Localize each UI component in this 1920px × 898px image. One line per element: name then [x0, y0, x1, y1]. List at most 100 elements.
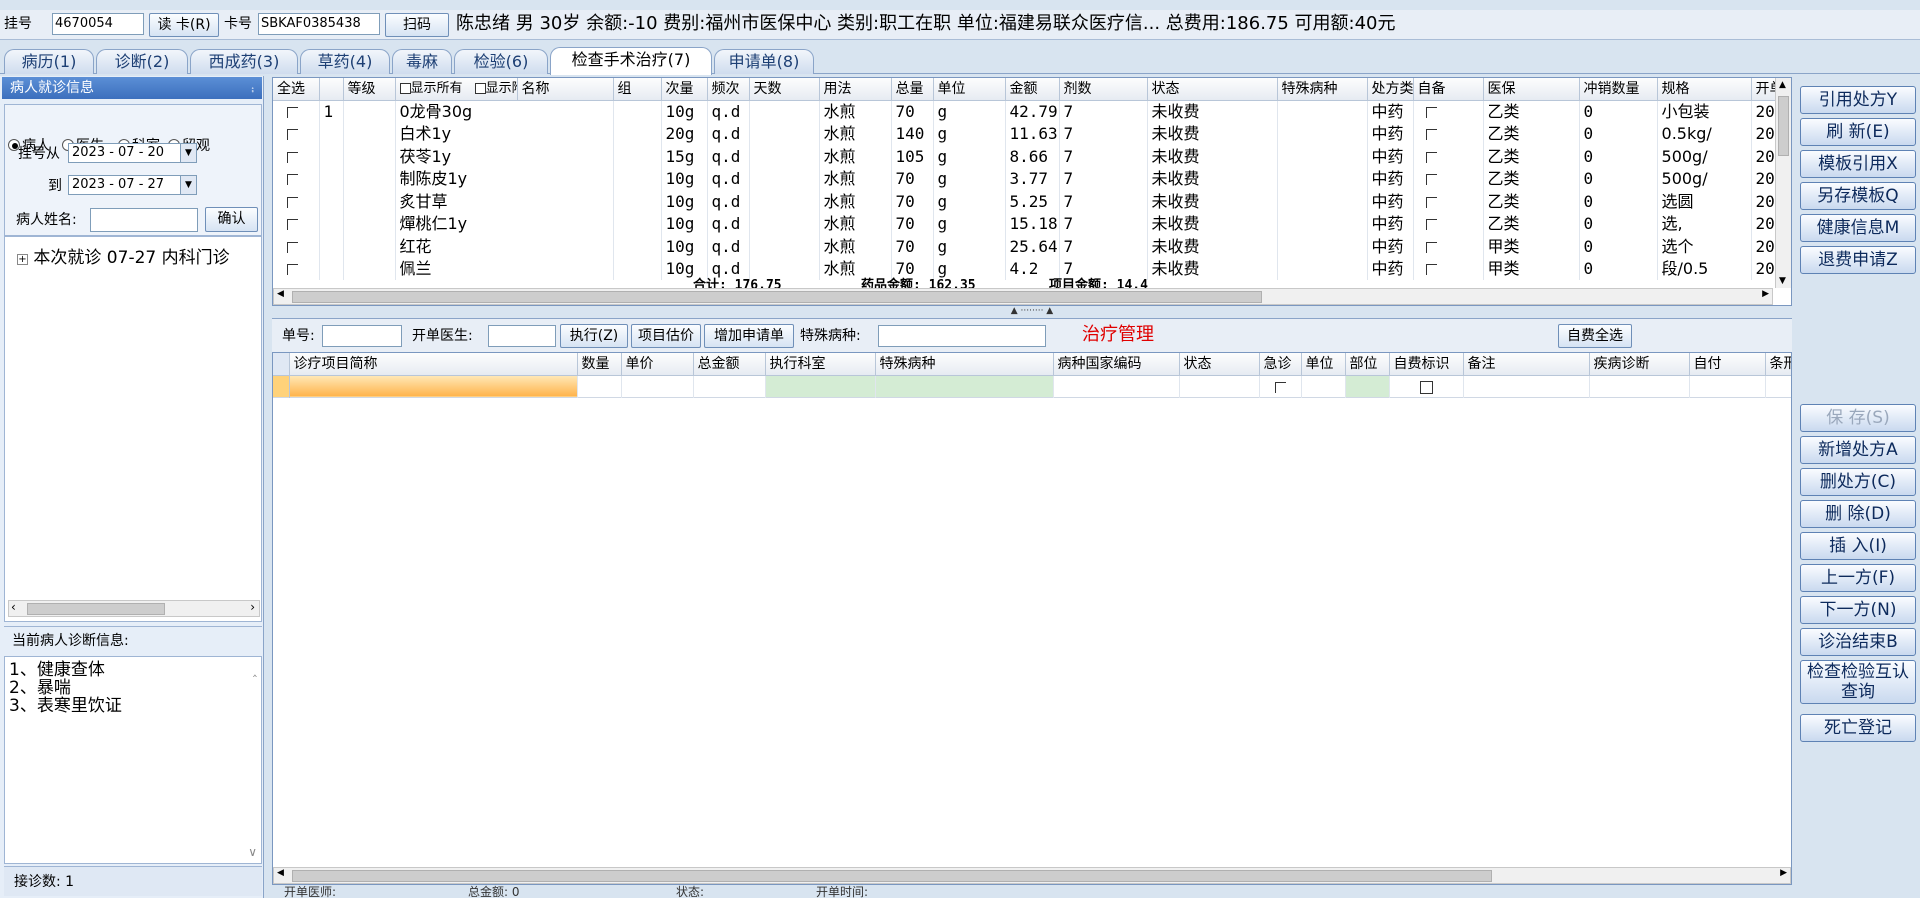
table-row[interactable]: 制陈皮1y10gq.d水煎70g3.777未收费中药乙类0500g/2023-0…	[273, 167, 1784, 190]
total-qty-cell[interactable]: 70	[891, 190, 934, 213]
dropdown-arrow-icon[interactable]: ▼	[180, 176, 196, 194]
status-cell[interactable]: 未收费	[1147, 167, 1278, 190]
checkbox-icon[interactable]	[1425, 196, 1437, 208]
status-cell[interactable]: 未收费	[1147, 235, 1278, 258]
special-disease-cell[interactable]	[1277, 167, 1368, 190]
insurance-cell[interactable]: 乙类	[1483, 212, 1580, 235]
usage-cell[interactable]: 水煎	[819, 190, 892, 213]
blank-col-cell[interactable]	[343, 145, 396, 168]
table-row[interactable]: 茯苓1y15gq.d水煎105g8.667未收费中药乙类0500g/2023-0…	[273, 145, 1784, 168]
rx-category-cell[interactable]: 中药	[1367, 190, 1414, 213]
table-row[interactable]: 红花10gq.d水煎70g25.647未收费中药甲类0选个2023-07-2	[273, 235, 1784, 258]
tab-request-form[interactable]: 申请单(8)	[714, 49, 814, 74]
checkbox-icon[interactable]	[287, 241, 298, 253]
insurance-cell[interactable]: 乙类	[1483, 167, 1580, 190]
unit-cell[interactable]: g	[933, 100, 1006, 123]
unit-cell[interactable]: g	[933, 190, 1006, 213]
scroll-right-icon[interactable]: ▶	[1780, 868, 1787, 878]
self-pay-flag-cell[interactable]	[1389, 375, 1464, 398]
spec-cell[interactable]: 500g/	[1657, 145, 1752, 168]
doses-cell[interactable]: 7	[1059, 122, 1148, 145]
tab-diagnosis[interactable]: 诊断(2)	[96, 49, 188, 74]
status-cell[interactable]: 未收费	[1147, 257, 1278, 280]
scroll-up-icon[interactable]: ▲	[1779, 80, 1786, 90]
blank-col-cell[interactable]	[343, 212, 396, 235]
checkbox-icon[interactable]	[287, 107, 298, 118]
total-qty-cell[interactable]: 70	[891, 100, 934, 123]
select-cell[interactable]	[273, 122, 320, 145]
total-qty-cell[interactable]: 70	[891, 167, 934, 190]
blank-col-cell[interactable]	[343, 122, 396, 145]
spec-cell[interactable]: 段/0.5	[1657, 257, 1752, 280]
barcode-cell[interactable]	[1765, 375, 1791, 398]
days-cell[interactable]	[749, 235, 820, 258]
offset-qty-cell[interactable]: 0	[1579, 167, 1658, 190]
checkbox-icon[interactable]	[1425, 264, 1437, 276]
patient-name-input[interactable]	[90, 208, 198, 232]
spec-cell[interactable]: 500g/	[1657, 167, 1752, 190]
expand-icon[interactable]: +	[17, 254, 28, 265]
dose-cell[interactable]: 15g	[661, 145, 708, 168]
card-number-input[interactable]: SBKAF0385438	[258, 13, 380, 35]
body-part-cell[interactable]	[1345, 375, 1390, 398]
seq-cell[interactable]	[319, 212, 344, 235]
days-cell[interactable]	[749, 100, 820, 123]
reg-number-input[interactable]: 4670054	[52, 13, 144, 35]
name-cell[interactable]: 燀桃仁1y	[395, 212, 614, 235]
blank-col-cell[interactable]	[343, 235, 396, 258]
self-provided-cell[interactable]	[1413, 190, 1484, 213]
spec-cell[interactable]: 选个	[1657, 235, 1752, 258]
tab-narcotics[interactable]: 毒麻	[392, 49, 452, 74]
group-cell[interactable]	[613, 257, 662, 280]
special-disease-cell[interactable]	[875, 375, 1054, 398]
mutual-recognition-query-button[interactable]: 检查检验互认查询	[1800, 660, 1916, 704]
total-qty-cell[interactable]: 70	[891, 212, 934, 235]
seq-cell[interactable]: 1	[319, 100, 344, 123]
checkbox-icon[interactable]	[1425, 174, 1437, 186]
health-info-button[interactable]: 健康信息M	[1800, 214, 1916, 242]
amount-cell[interactable]: 15.18	[1005, 212, 1060, 235]
scroll-thumb[interactable]	[1778, 96, 1789, 156]
tab-medical-record[interactable]: 病历(1)	[4, 49, 94, 74]
name-cell[interactable]: 佩兰	[395, 257, 614, 280]
amount-cell[interactable]: 42.79	[1005, 100, 1060, 123]
offset-qty-cell[interactable]: 0	[1579, 257, 1658, 280]
self-provided-cell[interactable]	[1413, 145, 1484, 168]
rx-category-cell[interactable]: 中药	[1367, 122, 1414, 145]
insurance-cell[interactable]: 甲类	[1483, 235, 1580, 258]
name-cell[interactable]: 炙甘草	[395, 190, 614, 213]
new-prescription-button[interactable]: 新增处方A	[1800, 436, 1916, 464]
scan-button[interactable]: 扫码	[385, 13, 449, 37]
special-disease-input[interactable]	[878, 325, 1046, 347]
amount-cell[interactable]: 11.63	[1005, 122, 1060, 145]
dropdown-arrow-icon[interactable]: ▼	[180, 144, 196, 162]
tab-western-medicine[interactable]: 西成药(3)	[190, 49, 298, 74]
insurance-cell[interactable]: 甲类	[1483, 257, 1580, 280]
checkbox-icon[interactable]	[287, 264, 298, 276]
group-cell[interactable]	[613, 100, 662, 123]
read-card-button[interactable]: 读 卡(R)	[149, 13, 219, 37]
usage-cell[interactable]: 水煎	[819, 212, 892, 235]
header-show-all[interactable]: 显示所有 显示附加	[395, 78, 518, 101]
rx-hscrollbar[interactable]: ◀ ▶	[273, 288, 1773, 305]
reg-to-date[interactable]: 2023 - 07 - 27 ▼	[68, 175, 197, 195]
scroll-down-icon[interactable]: ∨	[248, 843, 257, 861]
status-cell[interactable]: 未收费	[1147, 145, 1278, 168]
insurance-cell[interactable]: 乙类	[1483, 100, 1580, 123]
doses-cell[interactable]: 7	[1059, 167, 1148, 190]
treat-hscrollbar[interactable]: ◀ ▶	[273, 867, 1791, 884]
offset-qty-cell[interactable]: 0	[1579, 235, 1658, 258]
exec-dept-cell[interactable]	[765, 375, 876, 398]
status-cell[interactable]	[1179, 375, 1260, 398]
self-provided-cell[interactable]	[1413, 235, 1484, 258]
self-pay-cell[interactable]	[1689, 375, 1766, 398]
checkbox-icon[interactable]	[474, 82, 486, 94]
scroll-thumb[interactable]	[292, 291, 1262, 303]
price-cell[interactable]	[621, 375, 694, 398]
doctor-input[interactable]	[488, 325, 556, 347]
frequency-cell[interactable]: q.d	[707, 190, 750, 213]
name-cell[interactable]: 茯苓1y	[395, 145, 614, 168]
select-cell[interactable]	[273, 212, 320, 235]
checkbox-icon[interactable]	[1425, 107, 1437, 118]
pin-icon[interactable]: ⨾	[251, 77, 254, 99]
